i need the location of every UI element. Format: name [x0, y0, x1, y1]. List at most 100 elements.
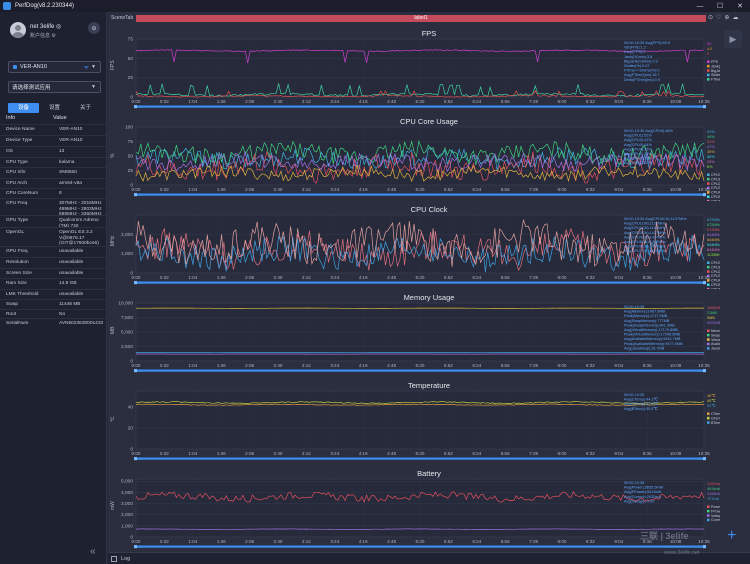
- scene-tab[interactable]: SceneTab: [111, 14, 133, 23]
- x-tick-label: 6:56: [501, 275, 510, 280]
- legend-label: FTime(ms): [711, 78, 720, 82]
- x-tick-label: 2:08: [245, 451, 254, 456]
- device-select[interactable]: VER-AN10 ᯤ ▼: [8, 61, 101, 73]
- collapse-sidebar-icon[interactable]: «: [90, 546, 96, 557]
- legend-swatch: [707, 270, 710, 273]
- account-info-link[interactable]: 账户信息 ⚙: [30, 32, 56, 39]
- chart-0[interactable]: FPS02550750:00 0:32 1:04 1:36 2:08 2:40 3:12 3:…: [108, 35, 720, 113]
- stat-label: Peak(SwapMemory):841.0MB: [624, 323, 675, 327]
- chart-4[interactable]: ℃020400:00 0:32 1:04 1:36 2:08 2:40 3:12 3:44 4:…: [108, 387, 720, 465]
- y-tick-label: 75: [128, 37, 134, 43]
- scene-bar: SceneTab label1 ⊙ ♡ ⊕ ☁: [108, 14, 750, 23]
- x-tick-label: 4:48: [387, 99, 396, 104]
- legend-label: CPU1: [711, 177, 720, 181]
- avatar[interactable]: [10, 22, 26, 38]
- wifi-icon: ᯤ: [83, 65, 90, 71]
- legend-label: BigJank(/10min): [711, 69, 720, 73]
- info-header-key: Info: [6, 115, 16, 121]
- x-tick-label: 8:00: [558, 187, 567, 192]
- y-axis-label: MB: [110, 326, 116, 334]
- x-tick-label: 5:20: [416, 187, 425, 192]
- x-tick-label: 10:08: [670, 363, 682, 368]
- legend-swatch: [707, 329, 710, 332]
- cloud-icon[interactable]: ☁: [732, 14, 738, 23]
- info-value: 14.9 GB: [59, 281, 77, 286]
- scrollbar-right-handle: [703, 105, 706, 109]
- legend-label: CPU0: [711, 173, 720, 177]
- legend-swatch: [707, 279, 710, 282]
- x-tick-label: 7:28: [529, 363, 538, 368]
- stat-label: Peak(AvailableMemory):9477.0MB: [624, 342, 683, 346]
- x-tick-label: 9:04: [614, 99, 623, 104]
- current-value-label: 4166mV: [707, 492, 720, 496]
- location-icon[interactable]: ⊙: [708, 14, 713, 23]
- x-tick-label: 10:08: [670, 187, 682, 192]
- scene-label-band[interactable]: label1: [136, 15, 706, 22]
- legend-swatch: [707, 78, 710, 81]
- x-tick-label: 3:44: [330, 275, 339, 280]
- chart-3[interactable]: MB02,5005,0007,50010,0000:00 0:32 1:04 1:36…: [108, 299, 720, 377]
- current-value-label: 49.0mW: [707, 487, 720, 491]
- chevron-down-icon: ▼: [91, 84, 96, 90]
- x-tick-label: 2:40: [274, 275, 283, 280]
- x-tick-label: 6:24: [472, 451, 481, 456]
- close-button[interactable]: ✕: [730, 0, 750, 12]
- timeline-scrollbar: [136, 457, 704, 460]
- x-tick-label: 2:08: [245, 187, 254, 192]
- x-tick-label: 3:44: [330, 539, 339, 544]
- stat-label: Avg(Current):2032mA: [624, 495, 661, 499]
- window-controls: — ☐ ✕: [690, 0, 750, 12]
- x-tick-label: 10:35: [698, 539, 710, 544]
- legend-label: CPU6: [711, 287, 720, 289]
- info-row: CPU Type kalama: [0, 157, 106, 165]
- minimize-button[interactable]: —: [690, 0, 710, 12]
- chart-1[interactable]: %02550751000:00 0:32 1:04 1:36 2:08 2:40 3:12 3…: [108, 123, 720, 201]
- current-value-label: 3100mW: [707, 482, 720, 486]
- app-select[interactable]: 请选择测试应用 ▼: [8, 81, 101, 93]
- x-tick-label: 0:32: [160, 275, 169, 280]
- tab-settings[interactable]: 设置: [39, 103, 70, 113]
- legend-swatch: [707, 64, 710, 68]
- x-tick-label: 5:52: [444, 451, 453, 456]
- add-marker-icon[interactable]: ⊕: [724, 14, 729, 23]
- x-tick-label: 4:48: [387, 539, 396, 544]
- y-tick-label: 5,000: [121, 479, 133, 485]
- log-bar[interactable]: Log: [108, 552, 750, 564]
- x-tick-label: 9:36: [643, 363, 652, 368]
- tab-about[interactable]: 关于: [70, 103, 101, 113]
- info-row: Screen Size unavailable: [0, 268, 106, 276]
- y-tick-label: 7,500: [121, 315, 133, 321]
- y-tick-label: 75: [128, 139, 134, 145]
- legend-label: AvailableMemory: [711, 342, 720, 346]
- x-tick-label: 7:28: [529, 539, 538, 544]
- current-value-label: 40℃: [707, 399, 716, 403]
- x-tick-label: 0:00: [132, 187, 141, 192]
- x-tick-label: 3:12: [302, 539, 311, 544]
- info-row: Device Type VER-AN10: [0, 135, 106, 143]
- x-tick-label: 0:00: [132, 99, 141, 104]
- legend-label: BTemp: [711, 421, 720, 425]
- chart-2[interactable]: MHz01,0002,0000:00 0:32 1:04 1:36 2:08 2:40 3:…: [108, 211, 720, 289]
- app-select-placeholder: 请选择测试应用: [12, 85, 51, 91]
- info-row: Swap 11446 MB: [0, 299, 106, 307]
- favorite-icon[interactable]: ♡: [716, 14, 721, 23]
- current-value-label: 40%: [707, 155, 715, 159]
- x-tick-label: 5:20: [416, 99, 425, 104]
- y-tick-label: 20: [128, 425, 134, 431]
- add-icon[interactable]: +: [727, 528, 736, 544]
- tab-device[interactable]: 设备: [8, 103, 39, 113]
- info-key: GPU Type: [6, 218, 29, 223]
- y-tick-label: 25: [128, 75, 134, 81]
- stat-label: Avg(CPU3Clk):1427MHz: [624, 231, 666, 235]
- info-value: VER-AN10: [59, 127, 83, 132]
- info-key: Resolution: [6, 260, 29, 265]
- x-tick-label: 8:32: [586, 275, 595, 280]
- x-tick-label: 9:36: [643, 451, 652, 456]
- y-tick-label: 1,000: [121, 523, 133, 529]
- logout-icon[interactable]: ⊖: [88, 22, 100, 34]
- chart-5[interactable]: mW01,0002,0003,0004,0005,0000:00 0:32 1:04…: [108, 475, 720, 553]
- info-value: 8: [59, 191, 62, 196]
- maximize-button[interactable]: ☐: [710, 0, 730, 12]
- x-tick-label: 6:56: [501, 363, 510, 368]
- y-axis-label: FPS: [110, 60, 116, 70]
